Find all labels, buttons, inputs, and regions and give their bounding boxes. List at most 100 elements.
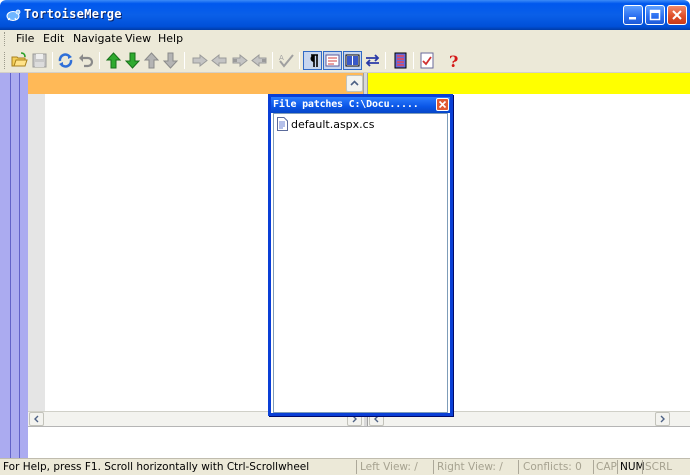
save-icon: [32, 53, 47, 68]
file-icon: [277, 117, 288, 131]
previous-difference-button[interactable]: [123, 51, 142, 70]
two-pane-view-button[interactable]: [343, 51, 362, 70]
swap-icon: [365, 54, 380, 67]
settings-button[interactable]: [391, 51, 410, 70]
help-question-icon: ?: [449, 52, 458, 69]
patch-file-name: default.aspx.cs: [291, 117, 375, 131]
swap-views-button[interactable]: [363, 51, 382, 70]
status-divider: [433, 460, 434, 474]
menu-edit[interactable]: Edit: [41, 32, 66, 45]
status-scroll-lock: SCRL: [645, 461, 673, 473]
menu-file[interactable]: File: [14, 32, 36, 45]
toolbar-separator: [272, 52, 273, 69]
undo-button[interactable]: [76, 51, 95, 70]
next-conflict-button[interactable]: [142, 51, 161, 70]
close-button[interactable]: [667, 5, 687, 25]
next-difference-button[interactable]: [104, 51, 123, 70]
toolbar-separator: [413, 52, 414, 69]
menubar-grip[interactable]: [4, 32, 7, 46]
status-divider: [356, 460, 357, 474]
toolbar: A ?: [0, 48, 690, 73]
right-pane-header: [368, 73, 690, 94]
file-patches-list[interactable]: default.aspx.cs: [273, 113, 448, 413]
save-button[interactable]: [30, 51, 49, 70]
use-mine-button[interactable]: [210, 51, 229, 70]
mark-resolved-button[interactable]: A: [277, 51, 296, 70]
patch-list-icon: [420, 52, 434, 69]
toolbar-separator: [184, 52, 185, 69]
help-button[interactable]: ?: [445, 51, 464, 70]
svg-text:?: ?: [449, 52, 458, 69]
menu-help[interactable]: Help: [156, 32, 185, 45]
title-bar: TortoiseMerge: [0, 0, 690, 30]
arrow-down-gray-icon: [162, 52, 179, 69]
status-divider: [642, 460, 643, 474]
settings-icon: [394, 52, 407, 69]
menu-view[interactable]: View: [123, 32, 153, 45]
inline-diff-icon: [325, 54, 340, 67]
left-scroll-left-button[interactable]: [29, 412, 44, 426]
bottom-pane[interactable]: [28, 426, 690, 458]
maximize-icon: [649, 9, 661, 21]
toolbar-separator: [52, 52, 53, 69]
toolbar-separator: [385, 52, 386, 69]
mark-resolved-icon: A: [279, 54, 294, 68]
status-num-lock: NUM: [620, 461, 645, 473]
toolbar-separator: [299, 52, 300, 69]
right-scroll-right-button[interactable]: [655, 412, 670, 426]
scroll-up-arrow-icon: [350, 80, 359, 86]
minimize-button[interactable]: [623, 5, 643, 25]
use-mine-before-theirs-button[interactable]: [250, 51, 269, 70]
list-item[interactable]: default.aspx.cs: [277, 116, 374, 132]
status-divider: [593, 460, 594, 474]
file-patches-window[interactable]: File patches C:\Docu..... default.aspx.c…: [268, 94, 453, 416]
status-divider: [518, 460, 519, 474]
status-conflicts: Conflicts: 0: [523, 461, 582, 473]
arrow-right-gray-icon: [192, 53, 208, 68]
arrow-left-block-gray-icon: [251, 53, 267, 68]
open-button[interactable]: [10, 51, 29, 70]
use-theirs-button[interactable]: [190, 51, 209, 70]
left-pane-header: [28, 73, 363, 94]
status-left-view: Left View: /: [360, 461, 418, 473]
location-bar-line: [19, 73, 20, 458]
arrow-right-block-gray-icon: [232, 53, 248, 68]
menu-navigate[interactable]: Navigate: [71, 32, 124, 45]
close-icon: [672, 10, 682, 20]
show-whitespace-button[interactable]: [303, 51, 322, 70]
pilcrow-icon: [310, 54, 318, 67]
scroll-left-arrow-icon: [34, 415, 39, 423]
open-icon: [11, 52, 28, 67]
file-patches-close-button[interactable]: [436, 98, 449, 111]
minimize-icon: [629, 17, 636, 20]
toolbar-grip[interactable]: [4, 52, 7, 69]
status-bar: For Help, press F1. Scroll horizontally …: [0, 458, 690, 475]
status-right-view: Right View: /: [437, 461, 503, 473]
left-scroll-up-button[interactable]: [346, 75, 363, 92]
file-patches-title-bar[interactable]: File patches C:\Docu.....: [271, 97, 450, 113]
undo-icon: [79, 54, 94, 68]
window-title: TortoiseMerge: [24, 7, 122, 21]
reload-icon: [58, 53, 73, 68]
arrow-down-green-icon: [124, 52, 141, 69]
file-patches-title: File patches C:\Docu.....: [273, 99, 419, 110]
maximize-button[interactable]: [645, 5, 665, 25]
status-divider: [617, 460, 618, 474]
menu-bar: File Edit Navigate View Help: [0, 30, 690, 48]
arrow-left-gray-icon: [211, 53, 227, 68]
reload-button[interactable]: [56, 51, 75, 70]
toolbar-separator: [99, 52, 100, 69]
patch-list-button[interactable]: [418, 51, 437, 70]
tortoisemerge-app-icon[interactable]: [5, 7, 21, 23]
use-theirs-before-mine-button[interactable]: [230, 51, 249, 70]
arrow-up-gray-icon: [143, 52, 160, 69]
location-bar-line: [10, 73, 11, 458]
close-icon: [438, 100, 447, 109]
location-bar[interactable]: [0, 73, 28, 458]
arrow-up-green-icon: [105, 52, 122, 69]
svg-text:A: A: [279, 54, 284, 62]
two-pane-icon: [345, 54, 360, 67]
previous-conflict-button[interactable]: [161, 51, 180, 70]
status-caps-lock: CAP: [596, 461, 617, 473]
inline-diff-button[interactable]: [323, 51, 342, 70]
